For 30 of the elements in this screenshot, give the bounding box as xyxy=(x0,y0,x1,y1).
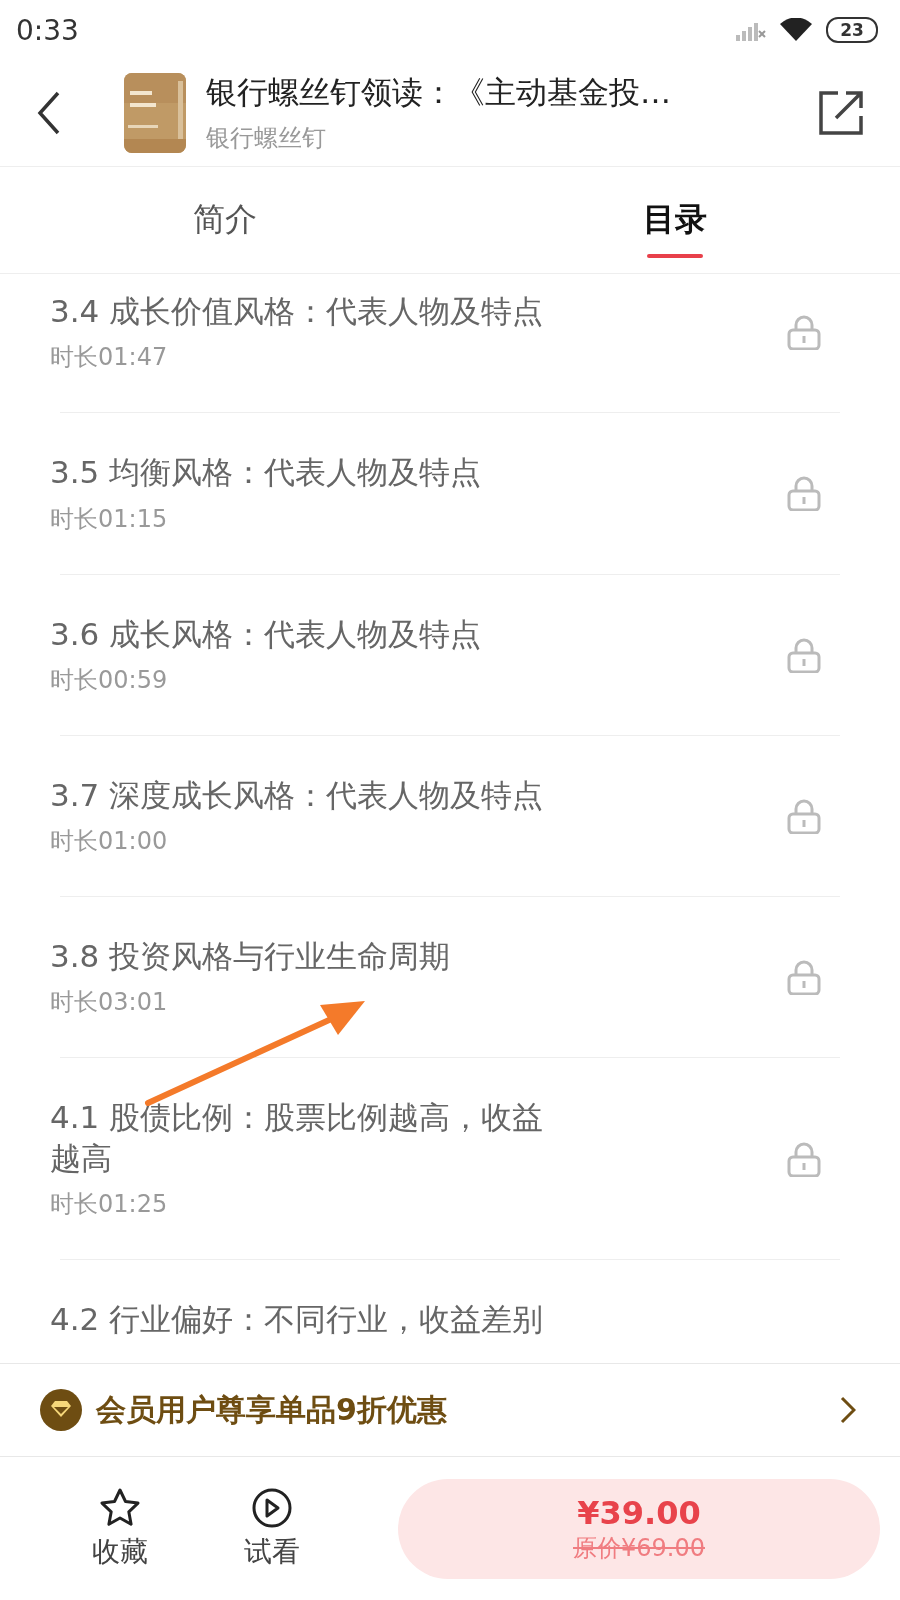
favorite-button[interactable]: 收藏 xyxy=(70,1486,170,1571)
status-time: 0:33 xyxy=(16,13,79,47)
lesson-duration: 时长01:00 xyxy=(50,826,169,858)
buy-button[interactable]: ¥39.00 原价¥69.00 xyxy=(398,1478,880,1579)
star-icon xyxy=(99,1486,141,1529)
tab[interactable]: 简介 xyxy=(193,192,257,258)
original-price: 原价¥69.00 xyxy=(573,1532,705,1564)
lesson-duration: 时长01:15 xyxy=(50,503,169,535)
price: ¥39.00 xyxy=(577,1493,701,1532)
chevron-right-icon[interactable] xyxy=(840,1396,856,1424)
lesson-title[interactable]: 3.5 均衡风格：代表人物及特点 xyxy=(50,452,555,493)
lesson-duration: 时长01:47 xyxy=(50,342,169,374)
preview-button[interactable]: 试看 xyxy=(222,1486,322,1571)
tab[interactable]: 目录 xyxy=(643,192,707,258)
lesson-title[interactable]: 3.6 成长风格：代表人物及特点 xyxy=(50,613,555,654)
member-offer-text[interactable]: 会员用户尊享单品9折优惠 xyxy=(96,1389,826,1431)
lesson-duration: 时长00:59 xyxy=(50,664,169,696)
share-icon[interactable] xyxy=(818,90,864,136)
play-icon xyxy=(251,1486,293,1529)
wifi-icon xyxy=(780,18,812,42)
lesson-duration: 时长03:01 xyxy=(50,987,169,1019)
author-name: 银行螺丝钉 xyxy=(206,123,327,154)
course-title: 银行螺丝钉领读：《主动基金投… xyxy=(206,73,672,112)
lesson-title[interactable]: 4.1 股债比例：股票比例越高，收益越高 xyxy=(50,1097,555,1179)
lesson-duration: 时长01:25 xyxy=(50,1189,169,1221)
lesson-title[interactable]: 3.4 成长价值风格：代表人物及特点 xyxy=(50,291,555,332)
lesson-title[interactable]: 4.2 行业偏好：不同行业，收益差别 xyxy=(50,1299,555,1340)
lesson-title[interactable]: 3.8 投资风格与行业生命周期 xyxy=(50,936,555,977)
lesson-title[interactable]: 3.7 深度成长风格：代表人物及特点 xyxy=(50,774,555,816)
battery-icon: 23 xyxy=(826,17,878,43)
